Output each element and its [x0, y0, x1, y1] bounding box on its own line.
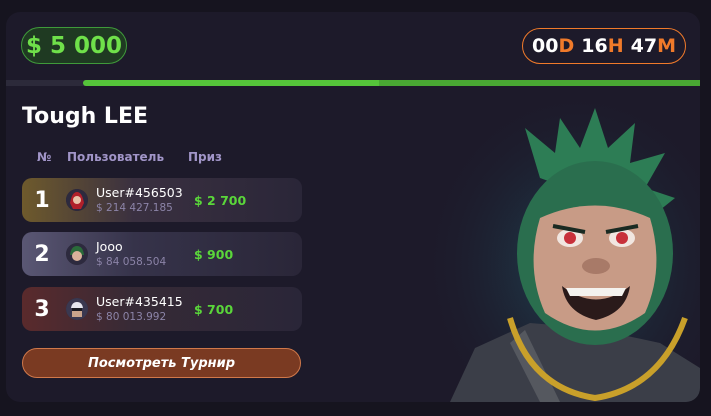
- avatar-red-hair-icon: [66, 189, 88, 211]
- timer-hours: 16H: [581, 35, 624, 57]
- tournament-progress-bar: [6, 80, 700, 86]
- avatar-glasses-icon: [66, 298, 88, 320]
- row-prize: $ 900: [194, 246, 234, 262]
- username: User#456503: [96, 184, 183, 200]
- row-prize: $ 700: [194, 301, 234, 317]
- rank-number: 2: [34, 241, 50, 267]
- timer-days: 00D: [532, 35, 575, 57]
- tournament-title: Tough LEE: [22, 104, 149, 129]
- user-info: User#435415 $ 80 013.992: [96, 294, 194, 325]
- user-info: User#456503 $ 214 427.185: [96, 185, 194, 216]
- timer-minutes: 47M: [630, 35, 676, 57]
- progress-fill-remaining: [379, 80, 700, 86]
- rank-number: 1: [34, 187, 50, 213]
- rank-number: 3: [34, 296, 50, 322]
- prize-pool-badge: $ 5 000: [21, 27, 127, 64]
- leaderboard-row[interactable]: 3 User#435415 $ 80 013.992 $ 700: [22, 287, 302, 331]
- header-prize: Приз: [188, 150, 223, 164]
- avatar-green-hair-icon: [66, 243, 88, 265]
- countdown-timer: 00D 16H 47M: [522, 28, 686, 64]
- username: User#435415: [96, 293, 183, 309]
- header-rank: №: [37, 150, 52, 164]
- tournament-card: $ 5 000 00D 16H 47M Tough LEE № Пользова…: [6, 12, 700, 402]
- user-value: $ 80 013.992: [96, 310, 167, 323]
- row-prize: $ 2 700: [194, 192, 247, 208]
- leaderboard-row[interactable]: 2 Jooo $ 84 058.504 $ 900: [22, 232, 302, 276]
- header-user: Пользователь: [67, 150, 165, 164]
- user-value: $ 214 427.185: [96, 201, 173, 214]
- prize-pool-amount: $ 5 000: [25, 32, 123, 59]
- user-info: Jooo $ 84 058.504: [96, 239, 194, 270]
- user-value: $ 84 058.504: [96, 255, 167, 268]
- leaderboard-row[interactable]: 1 User#456503 $ 214 427.185 $ 2 700: [22, 178, 302, 222]
- progress-fill: [83, 80, 379, 86]
- username: Jooo: [96, 238, 123, 254]
- monkey-mascot-illustration: [430, 98, 700, 402]
- view-tournament-button[interactable]: Посмотреть Турнир: [22, 348, 301, 378]
